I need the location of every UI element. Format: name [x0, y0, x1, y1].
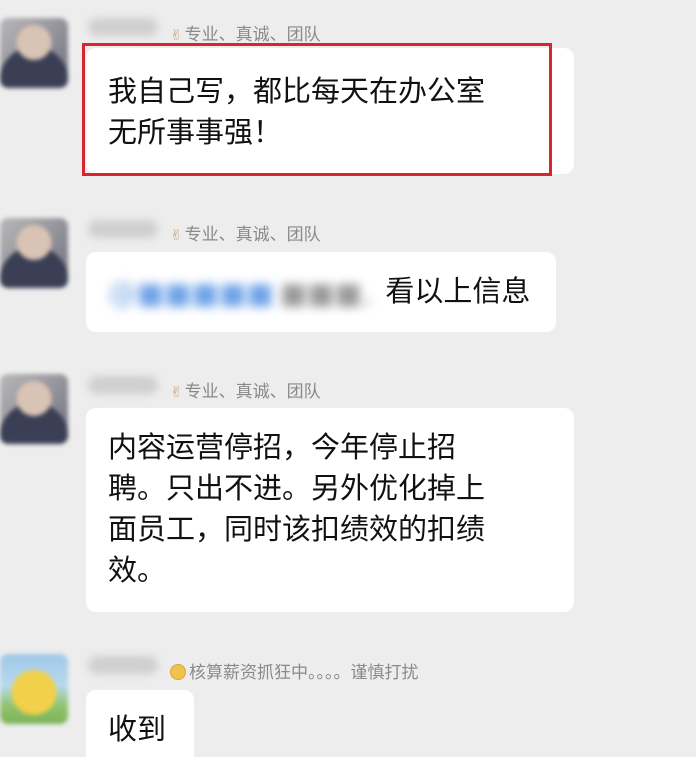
- sender-signature: ✌ 专业、真诚、团队: [170, 25, 321, 45]
- message-line: 效。: [108, 553, 167, 587]
- sender-name-blurred: [88, 376, 158, 394]
- chat-window: ✌ 专业、真诚、团队 我自己写，都比每天在办公室 无所事事强！ ✌ 专业、真诚、团队…: [0, 0, 696, 757]
- message-line: 聘。只出不进。另外优化掉上: [108, 471, 486, 505]
- message-line: 面员工，同时该扣绩效的扣绩: [108, 512, 486, 546]
- avatar[interactable]: [0, 18, 68, 88]
- hand-emoji-icon: ✌: [170, 226, 183, 244]
- message-bubble[interactable]: 收到: [86, 690, 194, 757]
- message-line: 无所事事强！: [108, 115, 283, 149]
- hand-emoji-icon: ✌: [170, 383, 183, 401]
- message-bubble[interactable]: 我自己写，都比每天在办公室 无所事事强！: [86, 48, 574, 174]
- avatar[interactable]: [0, 374, 68, 444]
- sender-name-blurred: [88, 18, 158, 36]
- sender-signature: ✌ 专业、真诚、团队: [170, 225, 321, 245]
- message-line: 内容运营停招，今年停止招: [108, 430, 457, 464]
- avatar[interactable]: [0, 654, 68, 724]
- smiley-emoji-icon: [170, 664, 186, 680]
- message-bubble[interactable]: @■■■■■ ■■■, 看以上信息: [86, 252, 556, 332]
- sender-signature: 核算薪资抓狂中。。。。谨慎打扰: [170, 658, 419, 683]
- sender-name-blurred: [88, 220, 158, 238]
- message-text: 收到: [108, 712, 167, 746]
- message-bubble[interactable]: 内容运营停招，今年停止招 聘。只出不进。另外优化掉上 面员工，同时该扣绩效的扣绩…: [86, 408, 574, 612]
- sender-signature: ✌ 专业、真诚、团队: [170, 382, 321, 402]
- message-line: 我自己写，都比每天在办公室: [108, 74, 486, 108]
- hand-emoji-icon: ✌: [170, 26, 183, 44]
- sender-name-blurred: [88, 656, 158, 674]
- message-text: 看以上信息: [385, 274, 531, 308]
- text-blurred: ■■■,: [280, 275, 372, 310]
- mention-blurred: @■■■■■: [108, 275, 274, 310]
- avatar[interactable]: [0, 218, 68, 288]
